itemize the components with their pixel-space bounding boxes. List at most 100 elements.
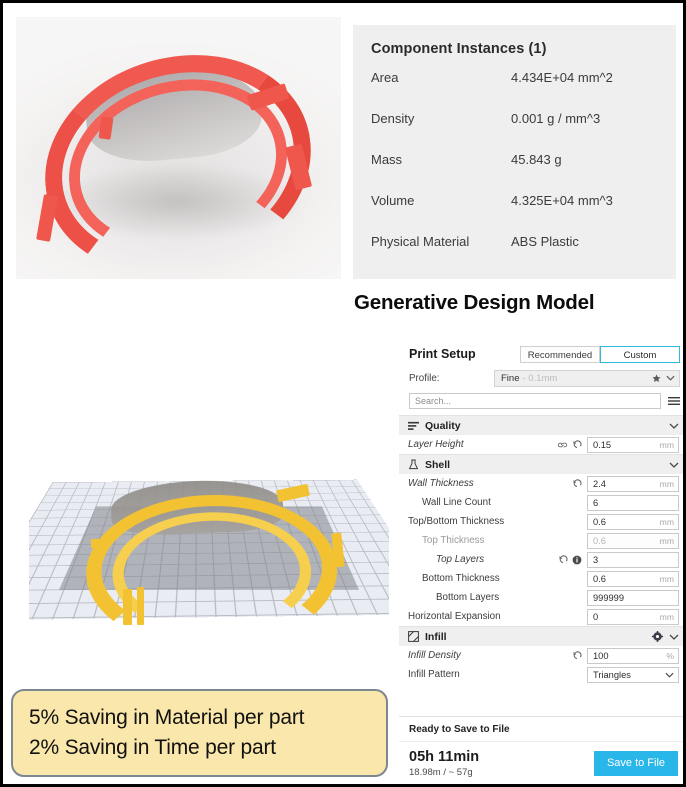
save-to-file-button[interactable]: Save to File: [594, 751, 678, 777]
property-label: Density: [371, 111, 415, 126]
setting-value: 0.6: [593, 516, 606, 527]
profile-row: Profile: Fine - 0.1mm: [399, 367, 683, 389]
profile-select[interactable]: Fine - 0.1mm: [494, 369, 680, 387]
setting-row-infill-pattern: Infill Pattern Triangles: [399, 665, 683, 684]
setting-input[interactable]: 0 mm: [587, 608, 679, 625]
setting-unit: mm: [659, 573, 674, 584]
status-bottom-row: 05h 11min 18.98m / ~ 57g Save to File: [399, 742, 683, 784]
setting-unit: %: [666, 650, 674, 661]
chevron-down-icon[interactable]: [665, 672, 674, 678]
sliced-model-tab-left-b: [137, 587, 144, 625]
revert-icon[interactable]: [572, 479, 582, 488]
print-status-area: Ready to Save to File 05h 11min 18.98m /…: [399, 716, 683, 784]
search-row: Search...: [399, 389, 683, 413]
status-estimates: 05h 11min 18.98m / ~ 57g: [409, 749, 479, 778]
setting-label: Wall Line Count: [422, 497, 491, 508]
revert-icon[interactable]: [558, 555, 568, 564]
print-setup-title: Print Setup: [409, 347, 476, 361]
category-label: Quality: [425, 419, 461, 432]
settings-list: Quality Layer Height 0.15 mm Shell Wall …: [399, 415, 683, 684]
status-ready-label: Ready to Save to File: [399, 717, 683, 743]
setting-value: Triangles: [593, 669, 631, 680]
setting-unit: mm: [659, 611, 674, 622]
hamburger-menu-icon[interactable]: [668, 396, 680, 406]
setting-row-wall-line-count: Wall Line Count 6: [399, 493, 683, 512]
property-value: 45.843 g: [511, 152, 562, 167]
search-input[interactable]: Search...: [409, 393, 661, 409]
profile-sublabel: - 0.1mm: [522, 372, 558, 384]
setting-input[interactable]: 0.6 mm: [587, 532, 679, 549]
info-icon[interactable]: [572, 555, 582, 565]
chevron-down-icon[interactable]: [669, 423, 679, 429]
chevron-down-icon[interactable]: [669, 462, 679, 468]
star-icon[interactable]: [652, 373, 661, 383]
layers-icon: [408, 421, 423, 431]
setting-input[interactable]: 0.15 mm: [587, 436, 679, 453]
setting-label: Top Layers: [436, 554, 485, 565]
chevron-down-icon[interactable]: [669, 634, 679, 640]
setting-row-top-thickness: Top Thickness 0.6 mm: [399, 531, 683, 550]
category-header-infill[interactable]: Infill: [399, 626, 683, 646]
setting-input[interactable]: 2.4 mm: [587, 475, 679, 492]
build-plate-area: [29, 429, 389, 664]
setting-input[interactable]: 0.6 mm: [587, 570, 679, 587]
property-label: Volume: [371, 193, 415, 208]
revert-icon[interactable]: [572, 651, 582, 660]
setting-row-bottom-layers: Bottom Layers 999999: [399, 588, 683, 607]
component-properties-panel: Component Instances (1) Area 4.434E+04 m…: [353, 25, 676, 279]
category-label: Shell: [425, 458, 451, 471]
gear-icon[interactable]: [652, 631, 663, 642]
chevron-down-icon[interactable]: [666, 375, 675, 381]
setting-input[interactable]: 999999: [587, 589, 679, 606]
setting-input[interactable]: 100 %: [587, 647, 679, 664]
flask-icon: [408, 459, 423, 470]
property-label: Mass: [371, 152, 403, 167]
properties-panel-title: Component Instances (1): [371, 41, 547, 57]
setting-row-top-bottom-thickness: Top/Bottom Thickness 0.6 mm: [399, 512, 683, 531]
property-label: Physical Material: [371, 234, 470, 249]
infill-icon: [408, 631, 423, 642]
setting-value: 100: [593, 650, 609, 661]
setting-input[interactable]: 3: [587, 551, 679, 568]
setting-input[interactable]: 0.6 mm: [587, 513, 679, 530]
setting-value: 6: [593, 497, 599, 508]
setting-value: 0.6: [593, 535, 606, 546]
property-row: Volume 4.325E+04 mm^3: [353, 180, 676, 221]
property-label: Area: [371, 70, 399, 85]
setting-label: Top Thickness: [422, 535, 485, 546]
setting-label: Infill Pattern: [408, 669, 460, 680]
property-row: Physical Material ABS Plastic: [353, 221, 676, 262]
property-row: Mass 45.843 g: [353, 139, 676, 180]
revert-icon[interactable]: [572, 440, 582, 449]
category-header-shell[interactable]: Shell: [399, 454, 683, 474]
savings-time-line: 2% Saving in Time per part: [29, 736, 276, 759]
sliced-model-tab-far-left: [91, 539, 105, 548]
sliced-model-tab-left-a: [123, 589, 132, 625]
infill-pattern-select[interactable]: Triangles: [587, 666, 679, 683]
property-value: 0.001 g / mm^3: [511, 111, 601, 126]
estimated-material: 18.98m / ~ 57g: [409, 767, 473, 778]
category-header-quality[interactable]: Quality: [399, 415, 683, 435]
generative-design-model-caption: Generative Design Model: [354, 291, 595, 314]
setting-value: 2.4: [593, 478, 606, 489]
screenshot-root: Component Instances (1) Area 4.434E+04 m…: [0, 0, 686, 787]
setting-unit: mm: [659, 439, 674, 450]
setting-label: Bottom Thickness: [422, 573, 500, 584]
setting-row-bottom-thickness: Bottom Thickness 0.6 mm: [399, 569, 683, 588]
setting-input[interactable]: 6: [587, 494, 679, 511]
mode-recommended-button[interactable]: Recommended: [520, 345, 600, 363]
setting-label: Layer Height: [408, 439, 464, 450]
slicer-3d-viewport[interactable]: [29, 421, 389, 673]
setting-row-infill-density: Infill Density 100 %: [399, 646, 683, 665]
generative-design-render-photo: [16, 17, 341, 279]
setting-unit: mm: [659, 535, 674, 546]
property-row: Area 4.434E+04 mm^2: [353, 57, 676, 98]
mode-custom-button[interactable]: Custom: [600, 345, 680, 363]
profile-value: Fine: [501, 372, 520, 384]
link-icon[interactable]: [557, 441, 568, 449]
setting-label: Horizontal Expansion: [408, 611, 501, 622]
print-mode-toggle: Recommended Custom: [520, 345, 680, 363]
print-setup-panel: Print Setup Recommended Custom Profile: …: [399, 341, 683, 784]
setting-value: 0.15: [593, 439, 612, 450]
category-label: Infill: [425, 630, 447, 643]
